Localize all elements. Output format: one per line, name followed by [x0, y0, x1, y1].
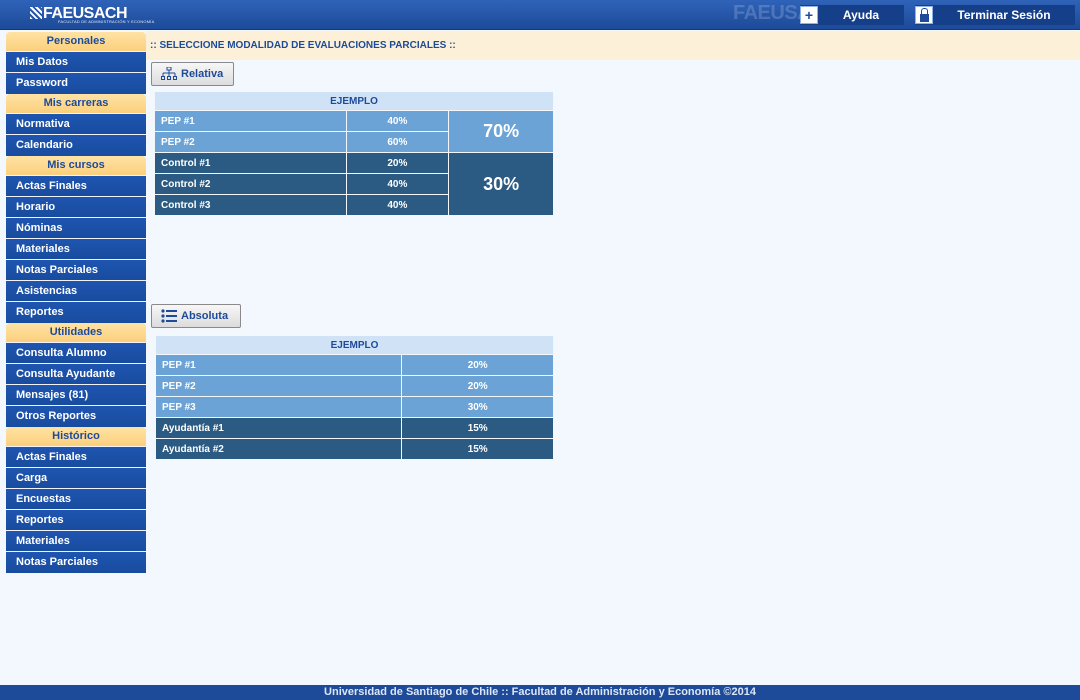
table-row: PEP #1 40% 70%	[154, 110, 554, 153]
sidebar-section-historico: Histórico	[6, 427, 146, 447]
table-header: EJEMPLO	[154, 91, 554, 111]
sidebar-item-hist-carga[interactable]: Carga	[6, 468, 146, 489]
list-icon	[161, 309, 177, 323]
page-title: :: SELECCIONE MODALIDAD DE EVALUACIONES …	[150, 40, 456, 51]
sidebar-item-consulta-ayudante[interactable]: Consulta Ayudante	[6, 364, 146, 385]
sidebar-item-hist-notas-parciales[interactable]: Notas Parciales	[6, 552, 146, 573]
absoluta-example-table: EJEMPLO PEP #1 20% PEP #2 20% PEP #3 30%…	[154, 335, 554, 460]
lock-icon	[915, 6, 933, 24]
table-row: Control #1 20% 30%	[154, 152, 554, 216]
table-row: PEP #2 20%	[154, 375, 554, 397]
top-header: FAEUSACH FACULTAD DE ADMINISTRACIÓN Y EC…	[0, 0, 1080, 30]
sidebar-item-calendario[interactable]: Calendario	[6, 135, 146, 156]
table-row: Ayudantía #1 15%	[154, 417, 554, 439]
group-total-pep: 70%	[448, 110, 554, 153]
absoluta-button[interactable]: Absoluta	[151, 304, 241, 328]
sidebar: Personales Mis Datos Password Mis carrer…	[6, 32, 146, 573]
sidebar-item-otros-reportes[interactable]: Otros Reportes	[6, 406, 146, 427]
faeusach-logo[interactable]: FAEUSACH FACULTAD DE ADMINISTRACIÓN Y EC…	[30, 5, 154, 24]
sidebar-section-cursos: Mis cursos	[6, 156, 146, 176]
sidebar-item-notas-parciales[interactable]: Notas Parciales	[6, 260, 146, 281]
help-plus-icon: +	[800, 6, 818, 24]
sidebar-item-consulta-alumno[interactable]: Consulta Alumno	[6, 343, 146, 364]
sidebar-item-nominas[interactable]: Nóminas	[6, 218, 146, 239]
relativa-button[interactable]: Relativa	[151, 62, 234, 86]
sidebar-section-utilidades: Utilidades	[6, 323, 146, 343]
footer: Universidad de Santiago de Chile :: Facu…	[0, 685, 1080, 700]
sidebar-item-horario[interactable]: Horario	[6, 197, 146, 218]
sidebar-section-carreras: Mis carreras	[6, 94, 146, 114]
help-button[interactable]: + Ayuda	[800, 5, 904, 25]
page-heading-bar: :: SELECCIONE MODALIDAD DE EVALUACIONES …	[146, 31, 1080, 60]
table-header: EJEMPLO	[155, 335, 554, 355]
hierarchy-icon	[161, 67, 177, 80]
table-row: PEP #3 30%	[154, 396, 554, 418]
group-total-control: 30%	[448, 152, 554, 216]
sidebar-item-materiales[interactable]: Materiales	[6, 239, 146, 260]
sidebar-item-hist-encuestas[interactable]: Encuestas	[6, 489, 146, 510]
sidebar-item-reportes[interactable]: Reportes	[6, 302, 146, 323]
sidebar-item-actas-finales[interactable]: Actas Finales	[6, 176, 146, 197]
sidebar-item-mis-datos[interactable]: Mis Datos	[6, 52, 146, 73]
sidebar-item-password[interactable]: Password	[6, 73, 146, 94]
sidebar-item-asistencias[interactable]: Asistencias	[6, 281, 146, 302]
sidebar-section-personales: Personales	[6, 32, 146, 52]
table-row: PEP #1 20%	[154, 354, 554, 376]
table-row: Ayudantía #2 15%	[154, 438, 554, 460]
sidebar-item-hist-materiales[interactable]: Materiales	[6, 531, 146, 552]
logo-mark-icon	[30, 7, 42, 19]
sidebar-item-hist-actas-finales[interactable]: Actas Finales	[6, 447, 146, 468]
sidebar-item-mensajes[interactable]: Mensajes (81)	[6, 385, 146, 406]
relativa-example-table: EJEMPLO PEP #1 40% 70% PEP #2 60% Contro…	[154, 91, 554, 216]
sidebar-item-normativa[interactable]: Normativa	[6, 114, 146, 135]
sidebar-item-hist-reportes[interactable]: Reportes	[6, 510, 146, 531]
logout-button[interactable]: Terminar Sesión	[915, 5, 1075, 25]
